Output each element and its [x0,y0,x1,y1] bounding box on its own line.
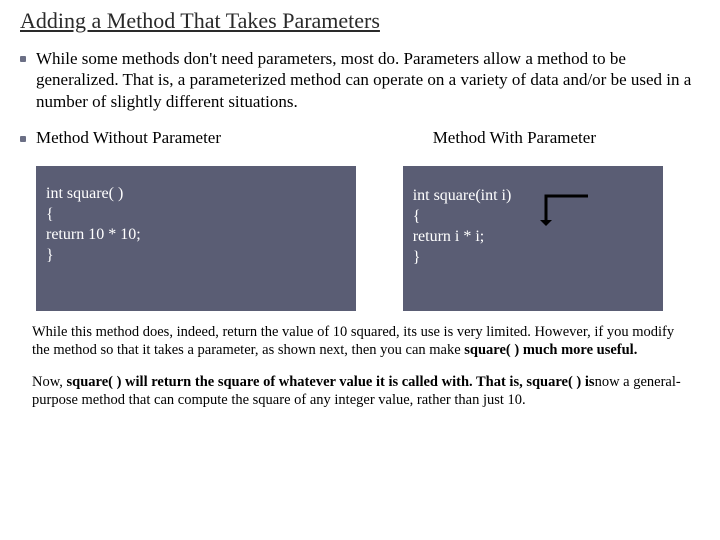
page-title: Adding a Method That Takes Parameters [20,8,700,34]
para2-before: Now, [32,374,67,390]
code-box-with-param: int square(int i) { return i * i; } [403,166,663,311]
arrow-icon [540,190,600,226]
paragraph-general-purpose: Now, square( ) will return the square of… [32,373,688,409]
bullet-icon [20,56,26,62]
intro-bullet-row: While some methods don't need parameters… [20,48,700,112]
para1-bold: square( ) much more useful. [464,342,637,358]
heading-without-param: Method Without Parameter [36,128,403,148]
code-box-without-param: int square( ) { return 10 * 10; } [36,166,356,311]
heading-with-param: Method With Parameter [433,128,700,148]
intro-text: While some methods don't need parameters… [36,48,700,112]
para2-bold: square( ) will return the square of what… [67,374,595,390]
column-without-param: Method Without Parameter int square( ) {… [36,128,403,311]
bullet-icon [20,136,26,142]
paragraph-limited-use: While this method does, indeed, return t… [32,323,688,359]
